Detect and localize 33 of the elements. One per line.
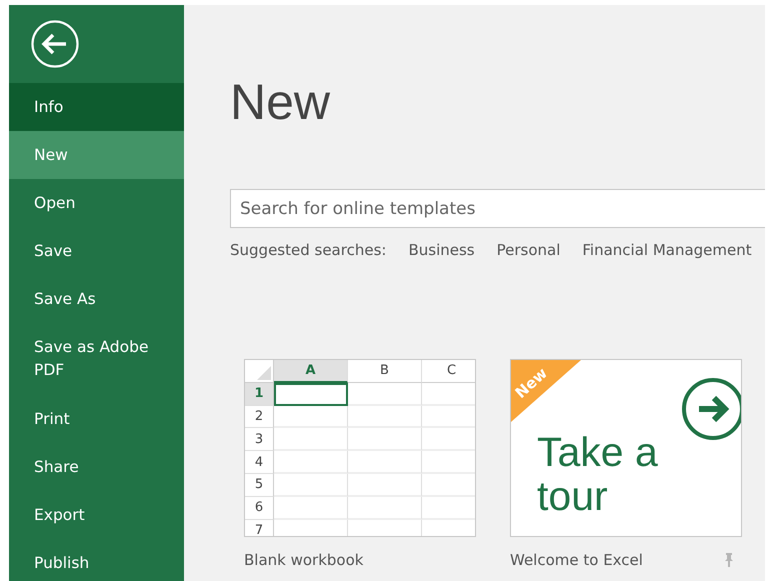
sidebar-item[interactable]: Save xyxy=(9,227,184,275)
sidebar-item[interactable]: Info xyxy=(9,83,184,131)
pin-icon[interactable] xyxy=(724,553,734,567)
sidebar-item[interactable]: Print xyxy=(9,395,184,443)
row-header: 4 xyxy=(245,451,274,474)
sidebar-item[interactable]: Publish xyxy=(9,539,184,581)
row-header: 2 xyxy=(245,406,274,428)
sidebar-item[interactable]: Open xyxy=(9,179,184,227)
back-icon[interactable] xyxy=(31,20,79,68)
suggested-link[interactable]: Business xyxy=(408,241,475,259)
sidebar-item[interactable]: Save as Adobe PDF xyxy=(9,323,184,395)
row-header: 1 xyxy=(245,382,274,406)
row-header: 5 xyxy=(245,474,274,497)
select-all-corner-icon[interactable] xyxy=(257,366,271,380)
suggested-link[interactable]: Personal xyxy=(496,241,560,259)
column-header: B xyxy=(348,360,422,383)
template-name: Blank workbook xyxy=(244,551,364,569)
row-header: 3 xyxy=(245,428,274,452)
column-header: C xyxy=(422,360,475,383)
template-name: Welcome to Excel xyxy=(510,551,643,569)
tour-heading: Take a tour xyxy=(537,430,658,518)
suggested-label: Suggested searches: xyxy=(230,241,386,259)
sidebar-item[interactable]: New xyxy=(9,131,184,179)
row-header: 7 xyxy=(245,520,274,536)
sidebar-item[interactable]: Share xyxy=(9,443,184,491)
page-title: New xyxy=(230,77,332,132)
column-header: A xyxy=(274,360,348,383)
sidebar-item[interactable]: Export xyxy=(9,491,184,539)
search-field[interactable]: Search for online templates xyxy=(230,189,765,228)
sidebar-item[interactable]: Save As xyxy=(9,275,184,323)
suggested-link[interactable]: Financial Management xyxy=(582,241,752,259)
blank-workbook-thumbnail[interactable]: A B C 1 2 3 4 5 6 7 xyxy=(244,359,476,537)
row-header: 6 xyxy=(245,496,274,520)
